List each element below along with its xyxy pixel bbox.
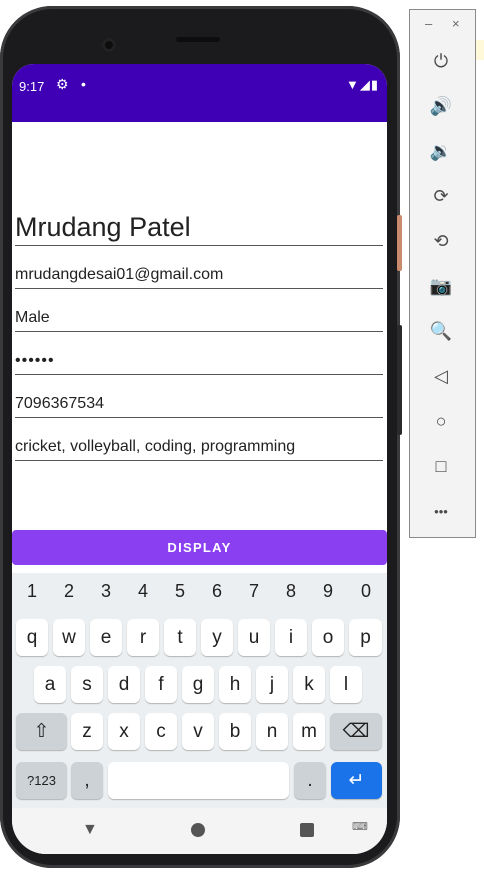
- status-bar: 9:17 ⚙ • ▼◢▮: [12, 64, 387, 122]
- key-9[interactable]: 9: [313, 581, 343, 602]
- key-k[interactable]: k: [293, 666, 325, 703]
- rotate-right-icon[interactable]: ⟲: [424, 224, 458, 258]
- navigation-bar: ▼ ⌨: [12, 808, 387, 854]
- space-key[interactable]: [108, 762, 289, 799]
- overview-square-icon[interactable]: □: [424, 449, 458, 483]
- password-field[interactable]: ••••••: [15, 348, 383, 375]
- emulator-toolbar: – × ⏻ 🔊 🔉 ⟳ ⟲ 📷 🔍 ◁ ○ □ •••: [409, 9, 476, 538]
- key-q[interactable]: q: [16, 619, 48, 656]
- phone-field[interactable]: 7096367534: [15, 391, 383, 418]
- key-v[interactable]: v: [182, 713, 214, 750]
- key-1[interactable]: 1: [17, 581, 47, 602]
- key-t[interactable]: t: [164, 619, 196, 656]
- key-j[interactable]: j: [256, 666, 288, 703]
- key-8[interactable]: 8: [276, 581, 306, 602]
- device-screen: 9:17 ⚙ • ▼◢▮ Mrudang Patel mrudangdesai0…: [12, 64, 387, 854]
- comma-key[interactable]: ,: [71, 762, 103, 799]
- zoom-icon[interactable]: 🔍: [424, 314, 458, 348]
- back-triangle-icon[interactable]: ◁: [424, 359, 458, 393]
- key-y[interactable]: y: [201, 619, 233, 656]
- email-field[interactable]: mrudangdesai01@gmail.com: [15, 262, 383, 289]
- period-key[interactable]: .: [294, 762, 326, 799]
- camera-icon: [102, 38, 116, 52]
- key-r[interactable]: r: [127, 619, 159, 656]
- key-f[interactable]: f: [145, 666, 177, 703]
- more-icon[interactable]: •••: [424, 494, 458, 528]
- key-3[interactable]: 3: [91, 581, 121, 602]
- recents-icon[interactable]: [300, 823, 314, 837]
- key-i[interactable]: i: [275, 619, 307, 656]
- soft-keyboard: 1 2 3 4 5 6 7 8 9 0 q w e r t y u i o p: [12, 573, 387, 808]
- volume-down-icon[interactable]: 🔉: [424, 134, 458, 168]
- key-z[interactable]: z: [71, 713, 103, 750]
- shift-key[interactable]: ⇧: [16, 713, 67, 750]
- key-w[interactable]: w: [53, 619, 85, 656]
- volume-up-icon[interactable]: 🔊: [424, 89, 458, 123]
- key-a[interactable]: a: [34, 666, 66, 703]
- key-m[interactable]: m: [293, 713, 325, 750]
- key-2[interactable]: 2: [54, 581, 84, 602]
- speaker-grille: [176, 37, 220, 42]
- key-c[interactable]: c: [145, 713, 177, 750]
- key-h[interactable]: h: [219, 666, 251, 703]
- key-n[interactable]: n: [256, 713, 288, 750]
- home-circle-icon[interactable]: ○: [424, 404, 458, 438]
- display-button[interactable]: DISPLAY: [12, 530, 387, 565]
- rotate-left-icon[interactable]: ⟳: [424, 179, 458, 213]
- volume-button-side: [397, 325, 402, 435]
- key-0[interactable]: 0: [351, 581, 381, 602]
- key-5[interactable]: 5: [165, 581, 195, 602]
- key-s[interactable]: s: [71, 666, 103, 703]
- phone-frame: 9:17 ⚙ • ▼◢▮ Mrudang Patel mrudangdesai0…: [0, 6, 400, 868]
- symbols-key[interactable]: ?123: [16, 762, 67, 799]
- power-button-side: [397, 215, 402, 271]
- emulator-toolbar-header: – ×: [410, 10, 475, 40]
- key-l[interactable]: l: [330, 666, 362, 703]
- back-icon[interactable]: ▼: [82, 821, 98, 839]
- key-6[interactable]: 6: [202, 581, 232, 602]
- key-e[interactable]: e: [90, 619, 122, 656]
- gear-icon: ⚙: [56, 76, 69, 92]
- number-row: 1 2 3 4 5 6 7 8 9 0: [12, 581, 387, 607]
- keyboard-switch-icon[interactable]: ⌨: [352, 820, 368, 833]
- backspace-key[interactable]: ⌫: [330, 713, 382, 750]
- enter-key[interactable]: ↵: [331, 762, 382, 799]
- status-time: 9:17: [19, 79, 45, 94]
- wifi-battery-icon: ▼◢▮: [345, 77, 379, 92]
- home-icon[interactable]: [191, 823, 205, 837]
- key-x[interactable]: x: [108, 713, 140, 750]
- key-d[interactable]: d: [108, 666, 140, 703]
- key-b[interactable]: b: [219, 713, 251, 750]
- name-field[interactable]: Mrudang Patel: [15, 209, 383, 246]
- key-g[interactable]: g: [182, 666, 214, 703]
- key-4[interactable]: 4: [128, 581, 158, 602]
- close-icon[interactable]: ×: [452, 16, 460, 31]
- hobbies-field[interactable]: cricket, volleyball, coding, programming: [15, 434, 383, 461]
- key-o[interactable]: o: [312, 619, 344, 656]
- gender-field[interactable]: Male: [15, 305, 383, 332]
- power-icon[interactable]: ⏻: [424, 44, 458, 78]
- key-7[interactable]: 7: [239, 581, 269, 602]
- notification-dot: •: [81, 76, 86, 92]
- key-u[interactable]: u: [238, 619, 270, 656]
- key-p[interactable]: p: [349, 619, 382, 656]
- minimize-icon[interactable]: –: [425, 16, 432, 31]
- camera-screenshot-icon[interactable]: 📷: [424, 269, 458, 303]
